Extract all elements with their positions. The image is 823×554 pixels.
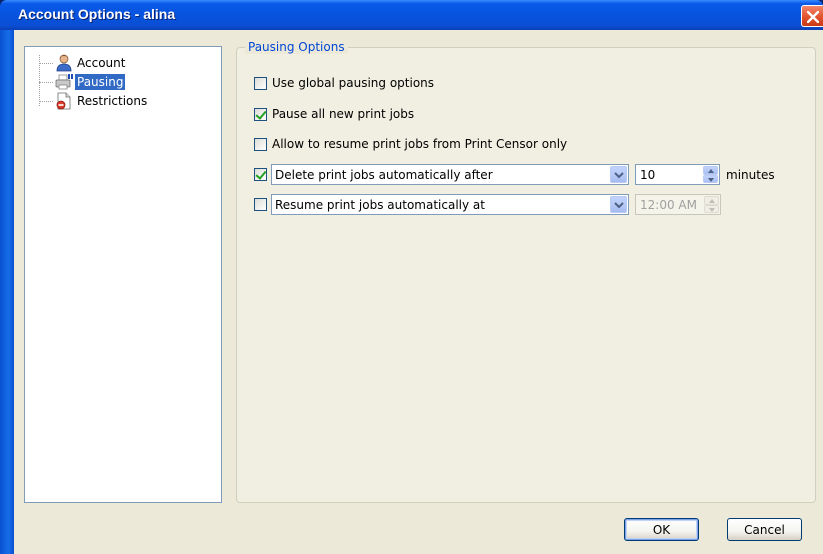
minutes-label: minutes bbox=[726, 168, 775, 182]
resume-time-picker[interactable]: 12:00 AM bbox=[635, 194, 721, 215]
tree-item-label: Account bbox=[77, 56, 126, 70]
tree-branch-line bbox=[39, 100, 53, 102]
allow-resume-label: Allow to resume print jobs from Print Ce… bbox=[272, 137, 568, 151]
resume-auto-combo-value: Resume print jobs automatically at bbox=[275, 198, 485, 212]
tree-item-pausing[interactable]: Pausing bbox=[39, 73, 126, 91]
printer-pause-icon bbox=[55, 73, 73, 91]
user-icon bbox=[55, 54, 73, 72]
chevron-down-icon bbox=[614, 202, 624, 209]
tree-item-label: Restrictions bbox=[77, 94, 148, 108]
delete-auto-combo-value: Delete print jobs automatically after bbox=[275, 168, 493, 182]
delete-minutes-value: 10 bbox=[640, 168, 656, 182]
tree-item-label: Pausing bbox=[75, 74, 126, 90]
tree-branch-line bbox=[39, 62, 53, 64]
group-title: Pausing Options bbox=[245, 40, 348, 54]
chevron-down-icon bbox=[708, 177, 714, 182]
document-restriction-icon bbox=[55, 92, 73, 110]
spinner-arrows[interactable] bbox=[704, 196, 719, 213]
delete-auto-row[interactable] bbox=[254, 168, 272, 181]
spin-up-button[interactable] bbox=[703, 166, 718, 175]
tree-branch-line bbox=[39, 81, 53, 83]
pausing-options-group: Pausing Options Use global pausing optio… bbox=[236, 40, 816, 503]
spin-up-button[interactable] bbox=[704, 196, 719, 205]
close-icon bbox=[807, 11, 819, 23]
spin-down-button[interactable] bbox=[704, 204, 719, 213]
spin-down-button[interactable] bbox=[703, 174, 718, 183]
resume-auto-checkbox[interactable] bbox=[254, 198, 267, 211]
pause-new-jobs-row[interactable]: Pause all new print jobs bbox=[254, 107, 414, 121]
delete-auto-combo[interactable]: Delete print jobs automatically after bbox=[271, 164, 629, 185]
chevron-up-icon bbox=[708, 169, 714, 173]
pause-new-jobs-checkbox[interactable] bbox=[254, 107, 267, 121]
account-options-window: Account Options - alina Account Pausing … bbox=[0, 0, 823, 554]
chevron-down-icon bbox=[709, 207, 715, 212]
chevron-down-icon bbox=[614, 172, 624, 179]
use-global-pausing-row[interactable]: Use global pausing options bbox=[254, 76, 434, 90]
tree-item-restrictions[interactable]: Restrictions bbox=[39, 92, 149, 110]
use-global-pausing-checkbox[interactable] bbox=[254, 76, 267, 90]
delete-minutes-spinner[interactable]: 10 bbox=[635, 164, 720, 185]
title-bar[interactable]: Account Options - alina bbox=[0, 0, 823, 30]
resume-auto-row[interactable] bbox=[254, 198, 272, 211]
resume-time-value: 12:00 AM bbox=[640, 198, 697, 212]
options-tree[interactable]: Account Pausing Restrictions bbox=[24, 46, 222, 503]
use-global-pausing-label: Use global pausing options bbox=[272, 76, 435, 90]
delete-auto-checkbox[interactable] bbox=[254, 168, 267, 181]
ok-button[interactable]: OK bbox=[624, 518, 699, 541]
cancel-button[interactable]: Cancel bbox=[727, 518, 802, 541]
allow-resume-row[interactable]: Allow to resume print jobs from Print Ce… bbox=[254, 137, 567, 151]
spinner-arrows[interactable] bbox=[703, 166, 718, 183]
close-button[interactable] bbox=[801, 5, 823, 27]
dialog-client-area: Account Pausing Restrictions Pausing Opt… bbox=[14, 30, 823, 554]
chevron-up-icon bbox=[709, 199, 715, 203]
pause-new-jobs-label: Pause all new print jobs bbox=[272, 107, 415, 121]
combo-dropdown-button[interactable] bbox=[610, 196, 627, 213]
window-frame-left bbox=[0, 30, 14, 554]
allow-resume-checkbox[interactable] bbox=[254, 137, 267, 151]
window-title: Account Options - alina bbox=[18, 6, 176, 22]
tree-item-account[interactable]: Account bbox=[39, 54, 127, 72]
combo-dropdown-button[interactable] bbox=[610, 166, 627, 183]
resume-auto-combo[interactable]: Resume print jobs automatically at bbox=[271, 194, 629, 215]
